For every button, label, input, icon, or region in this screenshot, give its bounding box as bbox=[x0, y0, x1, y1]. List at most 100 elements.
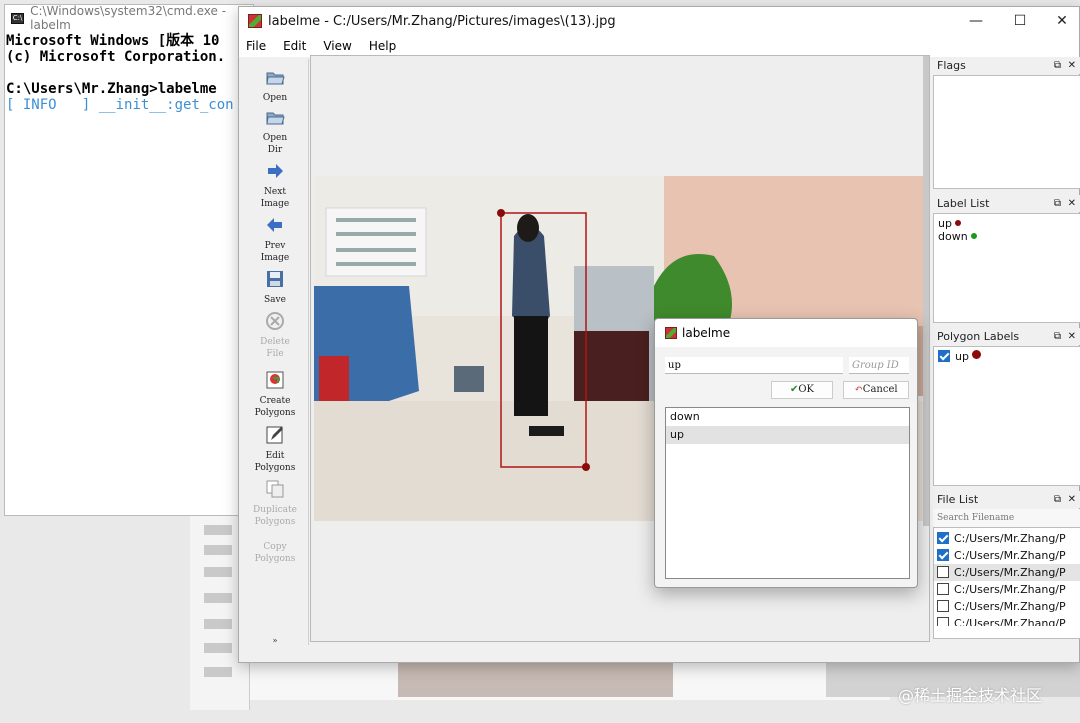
create-polygon-icon bbox=[266, 371, 284, 389]
file-path: C:/Users/Mr.Zhang/P bbox=[954, 549, 1066, 562]
labelme-logo-icon bbox=[665, 327, 677, 339]
checkbox-icon[interactable] bbox=[937, 617, 949, 626]
minimize-button[interactable]: — bbox=[954, 7, 998, 35]
file-path: C:/Users/Mr.Zhang/P bbox=[954, 566, 1066, 579]
checkbox-icon[interactable] bbox=[938, 350, 950, 362]
toolbar: Open Open Dir Next Image Prev Image Save… bbox=[241, 59, 309, 645]
polygon-labels-title: Polygon Labels bbox=[937, 330, 1020, 343]
edit-icon bbox=[266, 426, 283, 444]
polygon-item[interactable]: up bbox=[934, 350, 1080, 363]
close-icon[interactable]: ✕ bbox=[1068, 491, 1076, 508]
copy-polygons-button[interactable]: Copy Polygons bbox=[241, 541, 309, 565]
save-icon bbox=[267, 271, 283, 287]
file-item[interactable]: C:/Users/Mr.Zhang/P bbox=[934, 598, 1080, 615]
cmd-output[interactable]: Microsoft Windows [版本 10 (c) Microsoft Co… bbox=[5, 31, 253, 115]
toolbar-label: Next Image bbox=[260, 187, 290, 209]
file-path: C:/Users/Mr.Zhang/P bbox=[954, 583, 1066, 596]
menu-view[interactable]: View bbox=[323, 39, 351, 53]
checkbox-icon[interactable] bbox=[937, 583, 949, 595]
open-button[interactable]: Open bbox=[241, 67, 309, 104]
checkbox-icon[interactable] bbox=[937, 532, 949, 544]
close-icon[interactable]: ✕ bbox=[1068, 57, 1076, 74]
file-list-title: File List bbox=[937, 493, 979, 506]
toolbar-label: Copy Polygons bbox=[254, 542, 296, 564]
close-icon[interactable]: ✕ bbox=[1068, 328, 1076, 345]
file-list-panel[interactable]: C:/Users/Mr.Zhang/P C:/Users/Mr.Zhang/P … bbox=[933, 527, 1080, 639]
dialog-titlebar[interactable]: labelme bbox=[655, 319, 917, 347]
search-filename-input[interactable]: Search Filename bbox=[933, 509, 1080, 527]
window-title: labelme - C:/Users/Mr.Zhang/Pictures/ima… bbox=[268, 13, 616, 29]
color-dot-icon bbox=[970, 233, 977, 239]
folder-open-icon bbox=[266, 112, 285, 125]
label-item[interactable]: down bbox=[934, 230, 1080, 243]
checkbox-icon[interactable] bbox=[937, 600, 949, 612]
duplicate-icon bbox=[266, 480, 284, 498]
arrow-left-icon bbox=[267, 218, 282, 232]
next-image-button[interactable]: Next Image bbox=[241, 161, 309, 210]
toolbar-label: Save bbox=[264, 295, 286, 305]
label-input[interactable]: up bbox=[665, 357, 843, 374]
labelme-logo-icon bbox=[248, 14, 262, 28]
folder-open-icon bbox=[266, 72, 285, 85]
flags-panel[interactable] bbox=[933, 75, 1080, 189]
polygon-labels-panel[interactable]: up bbox=[933, 346, 1080, 486]
label-list-title: Label List bbox=[937, 197, 990, 210]
dialog-title: labelme bbox=[682, 326, 731, 340]
checkbox-icon[interactable] bbox=[937, 549, 949, 561]
canvas-horizontal-scrollbar[interactable] bbox=[310, 643, 930, 659]
file-item[interactable]: C:/Users/Mr.Zhang/P bbox=[934, 581, 1080, 598]
watermark: @稀土掘金技术社区 bbox=[898, 686, 1043, 705]
float-icon[interactable]: ⧉ bbox=[1054, 328, 1061, 345]
delete-file-button[interactable]: Delete File bbox=[241, 311, 309, 360]
toolbar-more-icon[interactable]: » bbox=[241, 635, 309, 647]
file-item[interactable]: C:/Users/Mr.Zhang/P bbox=[934, 615, 1080, 626]
cmd-line: C:\Users\Mr.Zhang>labelme bbox=[6, 81, 217, 97]
label-suggestion-list[interactable]: down up bbox=[665, 407, 910, 579]
close-button[interactable]: ✕ bbox=[1040, 7, 1080, 35]
toolbar-label: Duplicate Polygons bbox=[253, 505, 297, 527]
list-item[interactable]: down bbox=[666, 408, 909, 426]
menubar: File Edit View Help bbox=[239, 35, 1079, 57]
float-icon[interactable]: ⧉ bbox=[1054, 57, 1061, 74]
close-icon[interactable]: ✕ bbox=[1068, 195, 1076, 212]
save-button[interactable]: Save bbox=[241, 269, 309, 306]
prev-image-button[interactable]: Prev Image bbox=[241, 215, 309, 264]
flags-title: Flags bbox=[937, 59, 966, 72]
labelme-titlebar[interactable]: labelme - C:/Users/Mr.Zhang/Pictures/ima… bbox=[239, 7, 1079, 35]
label-item[interactable]: up bbox=[934, 217, 1080, 230]
maximize-button[interactable]: ☐ bbox=[998, 7, 1042, 35]
menu-file[interactable]: File bbox=[246, 39, 266, 53]
menu-help[interactable]: Help bbox=[369, 39, 396, 53]
canvas-vertical-scrollbar[interactable] bbox=[923, 56, 929, 526]
cmd-titlebar[interactable]: C:\ C:\Windows\system32\cmd.exe - labelm bbox=[5, 4, 253, 32]
create-polygons-button[interactable]: Create Polygons bbox=[241, 370, 309, 419]
list-item[interactable]: up bbox=[666, 426, 909, 444]
label-dialog[interactable]: labelme up Group ID ✔OK ↶Cancel down up bbox=[654, 318, 918, 588]
cancel-label: Cancel bbox=[862, 384, 898, 395]
duplicate-polygons-button[interactable]: Duplicate Polygons bbox=[241, 479, 309, 528]
open-dir-button[interactable]: Open Dir bbox=[241, 107, 309, 156]
file-item[interactable]: C:/Users/Mr.Zhang/P bbox=[934, 547, 1080, 564]
undo-arrow-icon: ↶ bbox=[854, 384, 863, 395]
file-item[interactable]: C:/Users/Mr.Zhang/P bbox=[934, 530, 1080, 547]
ok-button[interactable]: ✔OK bbox=[771, 381, 833, 399]
cmd-window[interactable]: C:\ C:\Windows\system32\cmd.exe - labelm… bbox=[4, 4, 254, 516]
checkbox-icon[interactable] bbox=[937, 566, 949, 578]
menu-edit[interactable]: Edit bbox=[283, 39, 306, 53]
group-id-input[interactable]: Group ID bbox=[849, 357, 909, 374]
label-list-panel[interactable]: up down bbox=[933, 213, 1080, 323]
edit-polygons-button[interactable]: Edit Polygons bbox=[241, 425, 309, 474]
float-icon[interactable]: ⧉ bbox=[1054, 195, 1061, 212]
cmd-line: [ INFO ] bbox=[6, 97, 91, 113]
label-text: up bbox=[938, 217, 952, 230]
float-icon[interactable]: ⧉ bbox=[1054, 491, 1061, 508]
cancel-button[interactable]: ↶Cancel bbox=[843, 381, 909, 399]
file-item[interactable]: C:/Users/Mr.Zhang/P bbox=[934, 564, 1080, 581]
file-path: C:/Users/Mr.Zhang/P bbox=[954, 600, 1066, 613]
flags-dock-header: Flags ⧉ ✕ bbox=[933, 57, 1080, 74]
label-text: down bbox=[938, 230, 968, 243]
label-list-dock-header: Label List ⧉ ✕ bbox=[933, 195, 1080, 212]
toolbar-label: Delete File bbox=[260, 337, 290, 359]
background-image bbox=[398, 662, 673, 697]
cmd-title: C:\Windows\system32\cmd.exe - labelm bbox=[30, 4, 227, 32]
